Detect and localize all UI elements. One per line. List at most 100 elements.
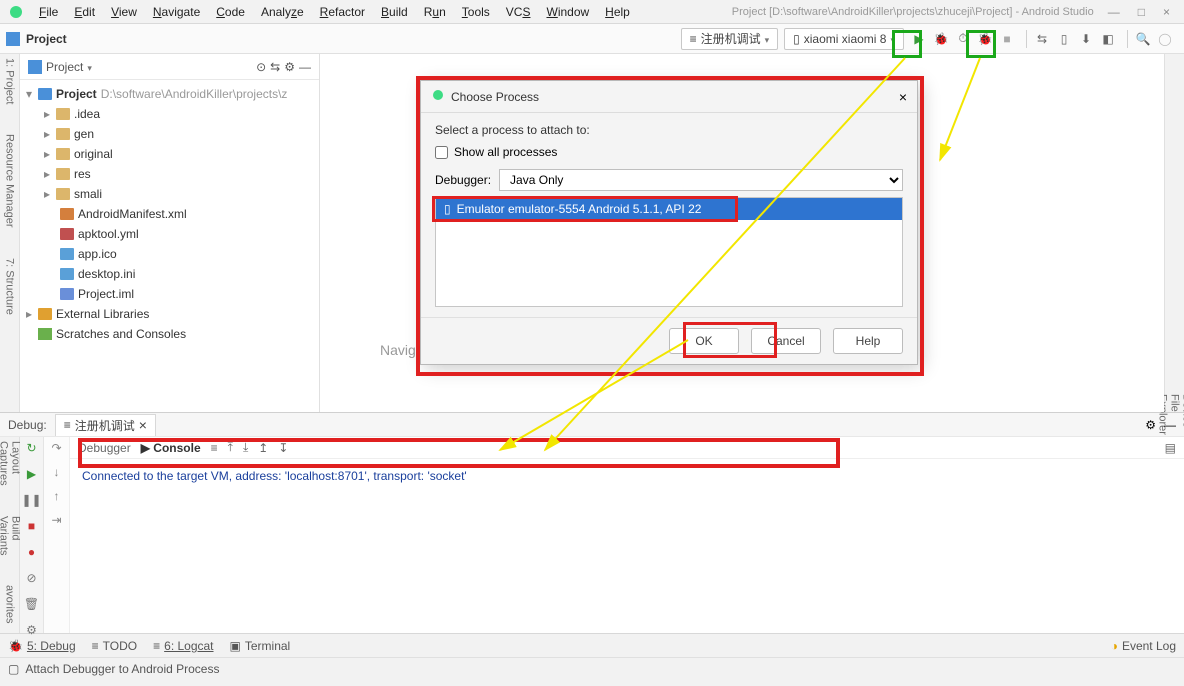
menu-refactor[interactable]: Refactor [313,3,372,21]
right-toolwindow-bar: Device File Explorer [1164,54,1184,412]
debug-header: Debug: ≡ 注册机调试 — [0,413,1184,437]
sync-icon[interactable]: ⇆ [1033,30,1051,48]
menu-window[interactable]: Window [539,3,596,21]
tab-console[interactable]: ▶ Console [141,441,201,455]
gear-icon[interactable] [1145,418,1156,432]
tree-file[interactable]: app.ico [20,244,319,264]
menu-code[interactable]: Code [209,3,252,21]
sdk-icon[interactable]: ⬇ [1077,30,1095,48]
project-tree[interactable]: ▾ Project D:\software\AndroidKiller\proj… [20,80,319,348]
tree-file[interactable]: apktool.yml [20,224,319,244]
console-tb-icon[interactable]: ⤓ [243,440,248,455]
menu-tools[interactable]: Tools [455,3,497,21]
menu-file[interactable]: File [32,3,65,21]
process-list-item[interactable]: ▯ Emulator emulator-5554 Android 5.1.1, … [436,198,902,220]
sidebar-tab-variants[interactable]: Build Variants [0,516,22,556]
run-button[interactable] [910,30,928,48]
menu-view[interactable]: View [104,3,144,21]
debugger-select[interactable]: Java Only [499,169,903,191]
run-to-cursor-icon[interactable]: ⇥ [51,513,61,527]
breadcrumb-project[interactable]: Project [26,32,67,46]
run-config-dropdown[interactable]: ≡ 注册机调试 [681,28,779,50]
cancel-button[interactable]: Cancel [751,328,821,354]
menu-build[interactable]: Build [374,3,415,21]
show-all-checkbox-input[interactable] [435,146,448,159]
tree-external-libs[interactable]: ▸External Libraries [20,304,319,324]
project-view-label[interactable]: Project [46,60,83,74]
search-button[interactable] [1134,30,1152,48]
tree-folder[interactable]: ▸.idea [20,104,319,124]
tab-logcat[interactable]: ≡6: Logcat [153,639,213,653]
sidebar-tab-structure[interactable]: 7: Structure [4,258,16,315]
tree-scratches[interactable]: Scratches and Consoles [20,324,319,344]
tree-folder[interactable]: ▸res [20,164,319,184]
debug-button[interactable]: 🐞 [932,30,950,48]
debug-run-controls: ↻ ▶ ❚❚ ■ ● ⊘ 🗑 ⚙ [20,437,44,633]
show-all-checkbox[interactable]: Show all processes [435,145,903,159]
collapse-icon[interactable]: ⇆ [270,60,280,74]
menu-help[interactable]: Help [598,3,637,21]
console-output[interactable]: Connected to the target VM, address: 'lo… [70,459,1184,494]
tab-terminal[interactable]: ▣Terminal [230,639,291,653]
step-over-icon[interactable]: ↷ [51,441,61,455]
attach-debugger-button[interactable]: 🐞 [976,30,994,48]
terminal-icon: ▣ [230,639,241,653]
layout-icon[interactable]: ▤ [1165,441,1176,455]
tab-debugger[interactable]: Debugger [78,441,131,455]
rerun-icon[interactable]: ↻ [26,441,36,455]
run-config-icon: ≡ [690,32,697,46]
stop-icon[interactable]: ■ [28,519,35,533]
tree-root[interactable]: ▾ Project D:\software\AndroidKiller\proj… [20,84,319,104]
tab-todo[interactable]: ≡TODO [92,639,137,653]
sidebar-tab-project[interactable]: 1: Project [4,58,16,104]
user-icon[interactable]: ◯ [1156,30,1174,48]
gear-icon[interactable] [284,60,295,74]
settings-icon[interactable]: ⚙ [26,623,37,637]
target-icon[interactable]: ⊙ [256,60,266,74]
help-button[interactable]: Help [833,328,903,354]
step-into-icon[interactable]: ↓ [54,465,60,479]
resume-icon[interactable]: ▶ [27,467,36,481]
console-tb-icon[interactable]: ⤒ [228,440,233,455]
menu-edit[interactable]: Edit [67,3,102,21]
avd-icon[interactable]: ▯ [1055,30,1073,48]
hide-icon[interactable]: — [1164,418,1176,432]
tree-file[interactable]: desktop.ini [20,264,319,284]
breakpoints-icon[interactable]: ● [28,545,35,559]
menu-run[interactable]: Run [417,3,453,21]
menu-navigate[interactable]: Navigate [146,3,207,21]
chevron-down-icon[interactable] [87,60,92,74]
tab-debug[interactable]: 🐞5: Debug [8,639,76,653]
tree-file[interactable]: AndroidManifest.xml [20,204,319,224]
sidebar-tab-captures[interactable]: Layout Captures [0,441,22,486]
dump-icon[interactable]: 🗑 [24,597,39,611]
minimize-icon[interactable]: — [1108,5,1120,19]
menu-vcs[interactable]: VCS [499,3,538,21]
console-tb-icon[interactable]: ↧ [278,441,288,455]
sidebar-tab-favorites[interactable]: avorites [4,585,16,624]
mute-bp-icon[interactable]: ⊘ [26,571,36,585]
menu-analyze[interactable]: Analyze [254,3,311,21]
close-tab-icon[interactable] [139,417,147,433]
stop-button[interactable]: ■ [998,30,1016,48]
close-icon[interactable]: × [1163,5,1170,19]
dialog-close-icon[interactable] [899,89,907,105]
pause-icon[interactable]: ❚❚ [21,493,41,507]
console-tb-icon[interactable]: ↥ [258,441,268,455]
tree-file[interactable]: Project.iml [20,284,319,304]
step-out-icon[interactable]: ↑ [54,489,60,503]
debug-session-tab[interactable]: ≡ 注册机调试 [55,414,156,436]
console-tb-icon[interactable]: ≡ [211,441,218,455]
hide-icon[interactable]: — [299,60,311,74]
maximize-icon[interactable]: □ [1138,5,1145,19]
tab-eventlog[interactable]: ◑Event Log [1111,639,1176,653]
profile-button[interactable]: ⏱ [954,30,972,48]
tree-folder[interactable]: ▸original [20,144,319,164]
tree-folder[interactable]: ▸gen [20,124,319,144]
device-dropdown[interactable]: ▯ xiaomi xiaomi 8 [784,28,904,50]
tree-folder[interactable]: ▸smali [20,184,319,204]
sidebar-tab-resmgr[interactable]: Resource Manager [4,134,16,228]
process-list[interactable]: ▯ Emulator emulator-5554 Android 5.1.1, … [435,197,903,307]
ok-button[interactable]: OK [669,328,739,354]
layout-inspector-icon[interactable]: ◧ [1099,30,1117,48]
